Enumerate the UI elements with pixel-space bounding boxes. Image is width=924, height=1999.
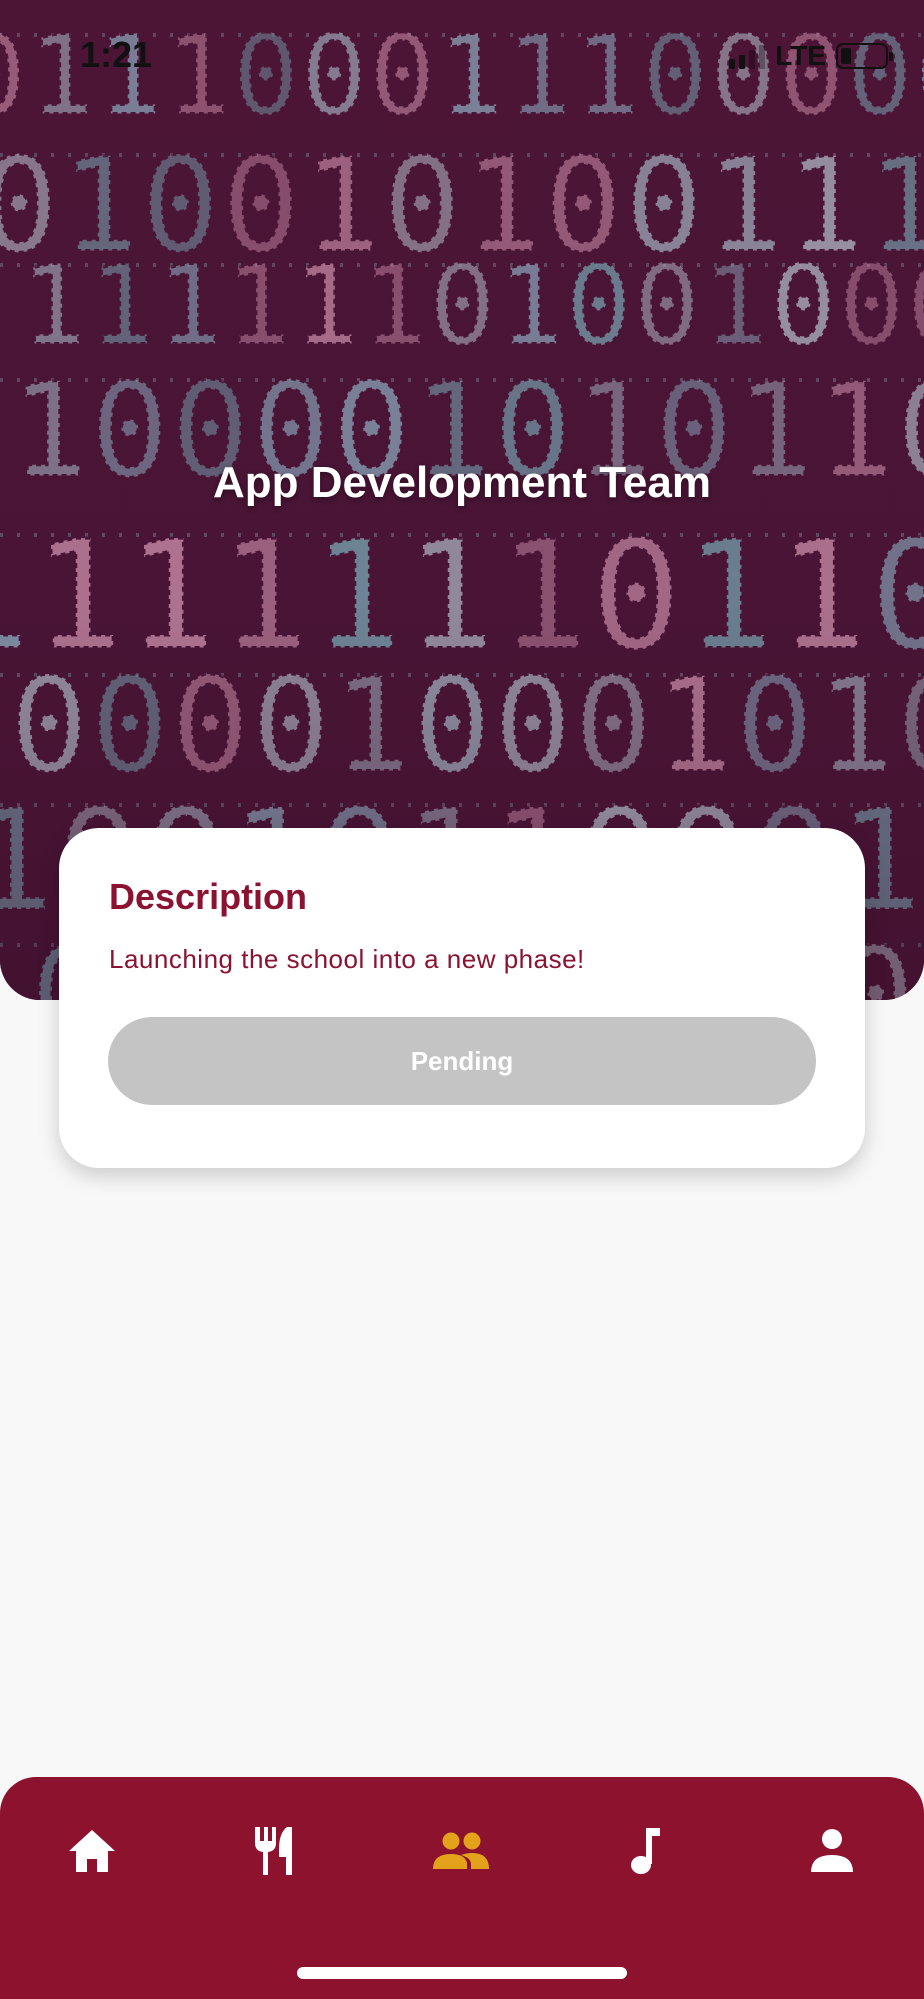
battery-icon [836,43,893,69]
page-title: App Development Team [213,458,711,507]
dining-icon [255,1827,292,1875]
status-time: 1:21 [80,34,153,75]
pending-button[interactable]: Pending [108,1017,816,1105]
signal-icon [729,43,766,69]
home-icon [69,1830,115,1872]
tab-groups[interactable] [421,1821,501,1881]
description-card: Description Launching the school into a … [59,828,865,1168]
tab-dining[interactable] [236,1821,316,1881]
person-icon [811,1829,853,1872]
tab-home[interactable] [52,1821,132,1881]
group-icon [433,1832,489,1869]
tab-music[interactable] [606,1821,686,1881]
tab-profile[interactable] [792,1821,872,1881]
card-description: Launching the school into a new phase! [109,944,585,974]
music-note-icon [631,1828,660,1874]
status-indicators: LTE [729,40,893,72]
card-heading: Description [109,876,308,917]
home-indicator[interactable] [297,1967,627,1979]
network-label: LTE [775,40,826,71]
bottom-tab-bar [0,1777,924,1999]
